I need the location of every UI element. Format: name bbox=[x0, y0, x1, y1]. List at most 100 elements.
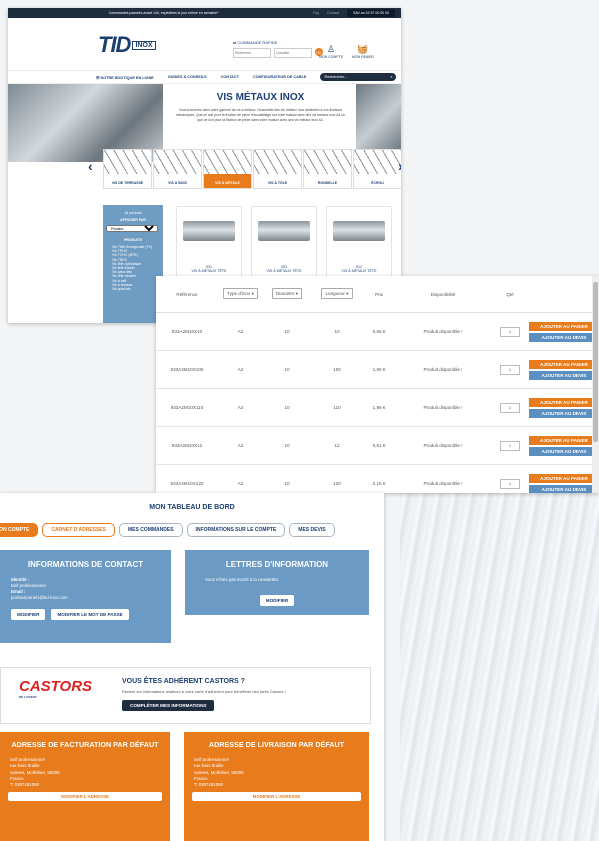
add-to-cart-button[interactable]: AJOUTER AU PANIER bbox=[529, 359, 599, 369]
product-card[interactable]: 933 VIS À MÉTAUX TÊTE bbox=[251, 206, 317, 280]
quantity-field[interactable]: 1 bbox=[500, 402, 520, 413]
category-description: Vous trouverez dans notre gamme de vis à… bbox=[175, 108, 346, 122]
add-to-quote-button[interactable]: AJOUTER AU DEVIS bbox=[529, 446, 599, 456]
table-row: 933A2M10X10 A2 10 10 0,66 € Produit disp… bbox=[156, 313, 599, 351]
add-to-cart-button[interactable]: AJOUTER AU PANIER bbox=[529, 397, 599, 407]
cell-availability: Produit disponible ! bbox=[423, 481, 463, 486]
cell-availability: Produit disponible ! bbox=[423, 405, 463, 410]
user-icon: ♙ bbox=[326, 44, 336, 54]
modify-newsletter-button[interactable]: MODIFIER bbox=[259, 595, 295, 606]
cell-length: 110 bbox=[333, 405, 341, 410]
cell-reference: 933A2M10X120 bbox=[170, 481, 204, 486]
quantity-field[interactable]: 1 bbox=[500, 326, 520, 337]
main-nav: ☰ NOTRE BOUTIQUE EN LIGNE GUIDES & CONSE… bbox=[8, 70, 401, 84]
account-link[interactable]: ♙ MON COMPTE bbox=[318, 44, 344, 59]
cell-reference: 933A2M10X10 bbox=[171, 329, 203, 334]
castors-logo: CASTORS DE L'OUEST bbox=[19, 678, 93, 699]
search-icon[interactable]: ⌕ bbox=[390, 75, 392, 79]
cell-price: 0,66 € bbox=[372, 329, 386, 334]
length-filter-select[interactable]: Longueur ▾ bbox=[321, 288, 353, 299]
cart-label: MON PANIER bbox=[352, 55, 374, 59]
sort-select[interactable]: Position bbox=[106, 225, 158, 232]
scrollbar-thumb[interactable] bbox=[593, 282, 598, 442]
tab-address-book[interactable]: CARNET D'ADRESSES bbox=[42, 523, 115, 537]
add-to-quote-button[interactable]: AJOUTER AU DEVIS bbox=[529, 408, 599, 418]
modify-shipping-address-button[interactable]: MODIFIER L'ADRESSE bbox=[192, 792, 361, 802]
billing-address-box: ADRESSE DE FACTURATION PAR DÉFAUT tarif … bbox=[0, 732, 170, 841]
quantity-field[interactable]: 1 bbox=[500, 440, 520, 451]
logo-sub: INOX bbox=[132, 40, 156, 50]
add-to-cart-button[interactable]: AJOUTER AU PANIER bbox=[529, 473, 599, 483]
add-to-cart-button[interactable]: AJOUTER AU PANIER bbox=[529, 435, 599, 445]
cell-length: 10 bbox=[334, 329, 340, 334]
cell-price: 2,16 € bbox=[372, 481, 386, 486]
category-rondelle[interactable]: RONDELLE bbox=[303, 149, 352, 189]
modify-password-button[interactable]: MODIFIER LE MOT DE PASSE bbox=[51, 609, 129, 620]
tab-my-account[interactable]: MON COMPTE bbox=[0, 523, 39, 537]
contact-link[interactable]: Contact bbox=[327, 11, 339, 15]
reference-input[interactable] bbox=[233, 48, 271, 58]
category-vis-bois[interactable]: VIS À BOIS bbox=[153, 149, 202, 189]
modify-contact-button[interactable]: MODIFIER bbox=[11, 609, 46, 620]
cart-link[interactable]: 🧺 MON PANIER bbox=[350, 44, 376, 59]
cell-type: A2 bbox=[237, 367, 244, 372]
vertical-scrollbar[interactable] bbox=[592, 276, 599, 493]
cell-diameter: 10 bbox=[284, 405, 290, 410]
product-image bbox=[183, 221, 235, 241]
quantity-field[interactable]: 1 bbox=[500, 478, 520, 489]
cell-type: A2 bbox=[237, 481, 244, 486]
products-filter-title: PRODUITS bbox=[123, 238, 143, 242]
col-price: Prix bbox=[375, 291, 383, 297]
nav-cable-configurator[interactable]: CONFIGURATEUR DE CABLE bbox=[253, 75, 307, 79]
cell-availability: Produit disponible ! bbox=[423, 329, 463, 334]
sav-phone[interactable]: SAV au 02 97 00 00 00 bbox=[347, 9, 395, 17]
tab-quotes[interactable]: MES DEVIS bbox=[289, 523, 335, 537]
nav-contact[interactable]: CONTACT bbox=[221, 75, 239, 79]
type-filter-select[interactable]: Type d'inox ▾ bbox=[223, 288, 258, 299]
cell-price: 1,80 € bbox=[372, 367, 386, 372]
product-card[interactable]: 931 VIS À MÉTAUX TÊTE bbox=[176, 206, 242, 280]
faq-link[interactable]: Faq bbox=[313, 11, 319, 15]
diameter-filter-select[interactable]: Diamètre ▾ bbox=[271, 288, 303, 299]
quick-order-title: ⇄ COMMANDE RAPIDE bbox=[233, 40, 278, 45]
email-value: professionnel1@tid-inox.com bbox=[11, 595, 68, 600]
chevron-right-icon[interactable]: › bbox=[398, 158, 401, 174]
table-row: 933A2M10X100 A2 10 100 1,80 € Produit di… bbox=[156, 351, 599, 389]
search-input[interactable]: Rechercher... ⌕ bbox=[320, 73, 397, 81]
tab-account-info[interactable]: INFORMATIONS SUR LE COMPTE bbox=[186, 523, 286, 537]
nav-guides[interactable]: GUIDES & CONSEILS bbox=[168, 75, 207, 79]
contact-info-title: INFORMATIONS DE CONTACT bbox=[27, 560, 144, 569]
tid-inox-logo[interactable]: TID INOX bbox=[98, 32, 156, 58]
cell-diameter: 10 bbox=[284, 481, 290, 486]
add-to-quote-button[interactable]: AJOUTER AU DEVIS bbox=[529, 370, 599, 380]
cell-length: 12 bbox=[334, 443, 340, 448]
tab-orders[interactable]: MES COMMANDES bbox=[118, 523, 183, 537]
shipping-address: tarif professionnel rue louis braille va… bbox=[194, 757, 244, 788]
newsletter-title: LETTRES D'INFORMATION bbox=[225, 560, 329, 569]
product-name: VIS À MÉTAUX TÊTE bbox=[341, 269, 377, 273]
complete-info-button[interactable]: COMPLÉTER MES INFORMATIONS bbox=[122, 700, 215, 711]
account-tabs: MON COMPTE CARNET D'ADRESSES MES COMMAND… bbox=[0, 523, 384, 537]
filter-item[interactable]: Vis spéciale bbox=[112, 287, 160, 291]
add-to-cart-button[interactable]: AJOUTER AU PANIER bbox=[529, 321, 599, 331]
filter-sidebar: 16 produits AFFICHER PAR Position PRODUI… bbox=[103, 205, 163, 323]
chevron-left-icon[interactable]: ‹ bbox=[88, 158, 93, 174]
product-card[interactable]: 912 VIS À MÉTAUX TÊTE bbox=[326, 206, 392, 280]
category-ecrou[interactable]: ÉCROU bbox=[353, 149, 401, 189]
add-to-quote-button[interactable]: AJOUTER AU DEVIS bbox=[529, 332, 599, 342]
dashboard-title: MON TABLEAU DE BORD bbox=[149, 504, 235, 511]
category-vis-terrasse[interactable]: VIS DE TERRASSE bbox=[103, 149, 152, 189]
quantity-input[interactable] bbox=[274, 48, 312, 58]
sort-label: AFFICHER PAR bbox=[120, 218, 146, 222]
add-to-quote-button[interactable]: AJOUTER AU DEVIS bbox=[529, 484, 599, 493]
cell-diameter: 10 bbox=[284, 367, 290, 372]
nav-shop[interactable]: ☰ NOTRE BOUTIQUE EN LIGNE bbox=[96, 75, 154, 80]
category-vis-metaux[interactable]: VIS À MÉTAUX bbox=[203, 149, 252, 189]
dashboard-screenshot: MON TABLEAU DE BORD MON COMPTE CARNET D'… bbox=[0, 493, 384, 841]
castors-text: Rentrer les informations relatives à vot… bbox=[122, 689, 286, 694]
cell-length: 100 bbox=[333, 367, 341, 372]
quantity-field[interactable]: 1 bbox=[500, 364, 520, 375]
modify-billing-address-button[interactable]: MODIFIER L'ADRESSE bbox=[8, 792, 162, 802]
category-vis-tole[interactable]: VIS À TÔLE bbox=[253, 149, 302, 189]
category-carousel: VIS DE TERRASSE VIS À BOIS VIS À MÉTAUX … bbox=[103, 149, 401, 189]
